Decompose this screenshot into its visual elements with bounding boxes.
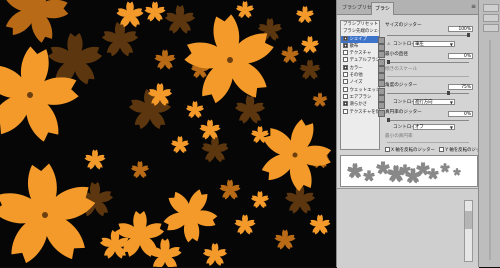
- scrollbar-thumb[interactable]: [465, 211, 472, 229]
- panel-scrollbar[interactable]: [464, 200, 473, 262]
- chevron-down-icon: ▼: [449, 100, 453, 105]
- option-checkbox[interactable]: [343, 93, 348, 99]
- lock-icon[interactable]: [378, 87, 385, 95]
- control-select-2[interactable]: 進行方向 ▼: [413, 99, 455, 105]
- flip-x-checkbox[interactable]: [385, 147, 390, 152]
- control-select-1-value: 筆圧: [415, 42, 424, 47]
- option-checkbox[interactable]: [343, 108, 348, 114]
- roundness-jitter-label: 真円率のジッター: [385, 110, 422, 115]
- blossom-artwork: [0, 0, 336, 267]
- flip-x-label: X 軸を反転のジッター: [391, 148, 435, 153]
- brush-option-item[interactable]: シェイプ: [341, 35, 379, 43]
- tilt-scale-slider[interactable]: [387, 76, 469, 77]
- lock-icon[interactable]: [378, 109, 385, 117]
- right-dock-strip: [478, 0, 500, 267]
- min-diameter-slider[interactable]: [387, 60, 469, 64]
- brush-option-list: ブラシプリセット ブラシ先端のシェイプ シェイプ散布テクスチャデュアルブラシカラ…: [340, 20, 380, 150]
- brush-option-item[interactable]: テクスチャを保護: [341, 108, 380, 116]
- option-checkbox[interactable]: [343, 101, 348, 107]
- chevron-down-icon: ▼: [449, 125, 453, 130]
- lock-icon[interactable]: [378, 73, 385, 81]
- brush-option-item[interactable]: デュアルブラシ: [341, 57, 379, 64]
- stroke-preview-graphic: [341, 156, 477, 186]
- brush-panel: ブラシプリセット ブラシ ≡ ブラシプリセット ブラシ先端のシェイプ シェイプ散…: [336, 0, 489, 268]
- lock-icon[interactable]: [378, 58, 385, 66]
- document-canvas[interactable]: [0, 0, 336, 267]
- control-select-3[interactable]: オフ ▼: [413, 124, 455, 130]
- slider-thumb[interactable]: [447, 91, 450, 95]
- lock-icon[interactable]: [378, 95, 385, 102]
- option-label: テクスチャを保護: [349, 109, 380, 115]
- brush-option-item[interactable]: ウェットエッジ: [341, 86, 380, 94]
- warning-icon: ⚠: [387, 41, 391, 46]
- brush-option-item[interactable]: その他: [341, 72, 379, 79]
- size-jitter-label: サイズのジッター: [385, 23, 422, 28]
- min-roundness-slider[interactable]: [387, 142, 469, 143]
- panel-lower-area: [337, 188, 479, 268]
- size-jitter-value[interactable]: 100%: [448, 26, 473, 32]
- option-checkbox[interactable]: [343, 64, 348, 70]
- option-label: 滑らかさ: [349, 102, 368, 108]
- option-label: シェイプ: [349, 36, 368, 42]
- lock-icon[interactable]: [378, 43, 385, 51]
- panel-menu-icon[interactable]: ≡: [471, 4, 476, 10]
- list-header-presets[interactable]: ブラシプリセット: [341, 21, 379, 28]
- option-checkbox[interactable]: [343, 79, 348, 85]
- option-label: カラー: [349, 65, 363, 71]
- option-checkbox[interactable]: [343, 86, 348, 92]
- list-header-tip-shape[interactable]: ブラシ先端のシェイプ: [341, 28, 379, 35]
- lock-icon[interactable]: [378, 65, 385, 73]
- brush-stroke-preview: [340, 155, 478, 187]
- min-diameter-value[interactable]: 0%: [448, 53, 473, 59]
- slider-thumb[interactable]: [387, 118, 390, 122]
- brush-option-item[interactable]: テクスチャ: [341, 50, 379, 57]
- lock-icon[interactable]: [378, 80, 385, 88]
- option-checkbox[interactable]: [343, 72, 348, 78]
- option-checkbox[interactable]: [343, 42, 348, 48]
- angle-jitter-value[interactable]: 75%: [448, 84, 473, 90]
- brush-option-item[interactable]: カラー: [341, 64, 379, 72]
- roundness-jitter-slider[interactable]: [387, 118, 469, 122]
- control-select-1[interactable]: 筆圧 ▼: [413, 41, 455, 47]
- option-checkbox[interactable]: [343, 35, 348, 41]
- dock-button-1[interactable]: [483, 4, 499, 12]
- option-label: デュアルブラシ: [349, 58, 380, 64]
- control-select-2-value: 進行方向: [415, 100, 433, 105]
- option-label: ノイズ: [349, 80, 363, 86]
- brush-option-item[interactable]: エアブラシ: [341, 93, 379, 101]
- option-label: その他: [349, 73, 363, 79]
- chevron-down-icon: ▼: [449, 42, 453, 47]
- lock-icon[interactable]: [378, 51, 385, 59]
- slider-thumb[interactable]: [387, 60, 390, 64]
- option-label: 散布: [349, 43, 359, 49]
- lock-icon[interactable]: [378, 36, 385, 44]
- flip-jitter-options: X 軸を反転のジッター Y 軸を反転のジッター: [385, 147, 489, 153]
- angle-jitter-slider[interactable]: [387, 91, 469, 95]
- slider-thumb[interactable]: [467, 33, 470, 37]
- brush-settings: サイズのジッター 100% ⚠ コントロール 筆圧 ▼ 最小の直径 0% 傾きのス…: [385, 20, 477, 152]
- angle-jitter-label: 角度のジッター: [385, 83, 418, 88]
- option-label: ウェットエッジ: [349, 87, 380, 93]
- lock-icon[interactable]: [378, 102, 385, 110]
- tilt-scale-label: 傾きのスケール: [385, 67, 418, 72]
- min-diameter-label: 最小の直径: [385, 52, 408, 57]
- dock-button-3[interactable]: [483, 24, 499, 32]
- brush-option-item[interactable]: ノイズ: [341, 79, 379, 86]
- dock-divider: [489, 40, 491, 260]
- size-jitter-slider[interactable]: [387, 33, 470, 37]
- option-checkbox[interactable]: [343, 50, 348, 56]
- roundness-jitter-value[interactable]: 0%: [448, 111, 473, 117]
- option-checkbox[interactable]: [343, 57, 348, 63]
- tab-brush[interactable]: ブラシ: [371, 2, 394, 15]
- min-roundness-label: 最小の真円率: [385, 134, 413, 139]
- dock-button-2[interactable]: [483, 14, 499, 22]
- brush-option-item[interactable]: 散布: [341, 42, 379, 50]
- option-label: エアブラシ: [349, 94, 372, 100]
- option-label: テクスチャ: [349, 51, 372, 57]
- panel-tab-bar: ブラシプリセット ブラシ ≡: [337, 0, 479, 15]
- flip-y-checkbox[interactable]: [439, 147, 445, 152]
- brush-option-item[interactable]: 滑らかさ: [341, 101, 379, 108]
- control-select-3-value: オフ: [415, 125, 424, 130]
